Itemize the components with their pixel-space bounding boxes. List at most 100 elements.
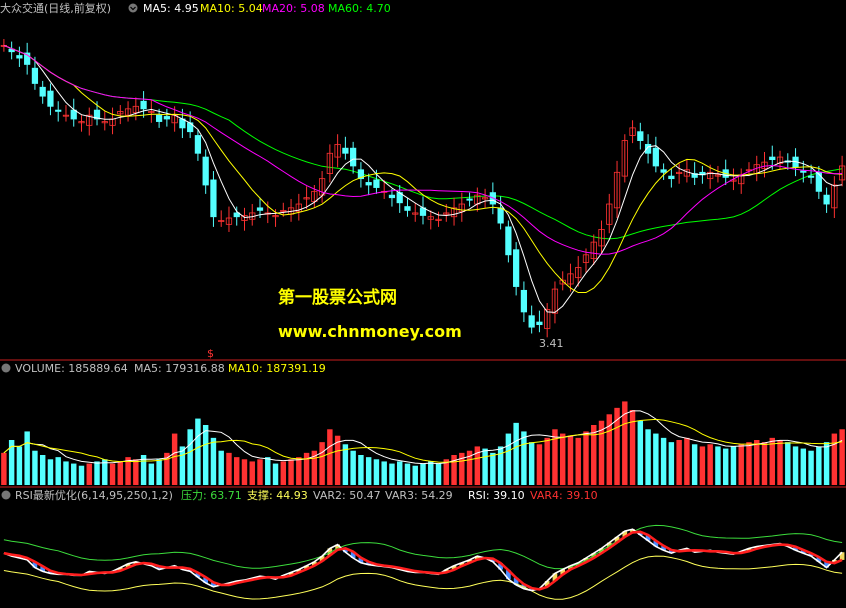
watermark-url: www.chnmoney.com xyxy=(278,322,462,341)
ma5-value: MA5: 4.95 xyxy=(143,2,199,15)
candle xyxy=(536,321,543,326)
signal-marker: $ xyxy=(207,347,214,360)
volume-bar xyxy=(63,461,69,485)
candle xyxy=(637,131,644,141)
volume-bar xyxy=(109,463,116,485)
volume-bar xyxy=(241,459,248,485)
candle xyxy=(807,175,815,178)
volume-bar xyxy=(761,442,768,485)
volume-bar xyxy=(435,463,442,485)
rsi-pressure-line xyxy=(3,524,843,570)
volume-bar xyxy=(591,425,597,485)
volume-bar xyxy=(47,459,54,485)
volume-bar xyxy=(544,437,550,485)
volume-bar xyxy=(420,463,426,485)
volume-bar xyxy=(792,446,799,485)
chevron-down-icon[interactable] xyxy=(128,3,138,13)
volume-bar xyxy=(715,446,721,485)
volume-bar xyxy=(637,420,644,485)
candle xyxy=(404,206,411,211)
candle xyxy=(210,179,217,218)
volume-bar xyxy=(327,429,333,485)
volume-bar xyxy=(381,461,387,485)
volume-bar xyxy=(280,461,287,485)
volume-bar xyxy=(234,457,240,485)
volume-bar xyxy=(117,461,124,485)
volume-bar xyxy=(78,465,85,485)
chevron-down-icon[interactable] xyxy=(1,490,11,500)
volume-bar xyxy=(404,463,411,485)
volume-bar xyxy=(412,465,418,485)
ma20-value: MA20: 5.08 xyxy=(262,2,325,15)
rsi-indicator-title[interactable]: RSI最新优化(6,14,95,250,1,2) xyxy=(15,488,173,502)
volume-bar xyxy=(210,437,217,485)
volume-value: VOLUME: 185889.64 xyxy=(15,362,128,375)
volume-bar xyxy=(39,455,46,485)
volume-bar xyxy=(32,450,38,485)
volume-bar xyxy=(699,446,706,485)
volume-bar xyxy=(505,433,512,485)
candle xyxy=(528,315,535,328)
volume-bar xyxy=(513,422,519,485)
volume-bar xyxy=(722,448,729,485)
stock-title[interactable]: 大众交通(日线,前复权) xyxy=(0,1,111,15)
volume-bar xyxy=(785,442,791,485)
rsi-line xyxy=(3,530,843,591)
candle xyxy=(31,67,39,84)
volume-bar xyxy=(552,429,558,485)
volume-bar xyxy=(389,463,395,485)
volume-bar xyxy=(195,418,201,485)
candle xyxy=(388,194,396,199)
price-panel xyxy=(0,39,846,338)
volume-bar xyxy=(559,433,566,485)
rsi-value: RSI: 39.10 xyxy=(468,489,525,502)
volume-bar xyxy=(823,442,830,485)
ma10-value: MA10: 5.04 xyxy=(200,2,263,15)
volume-bar xyxy=(528,442,535,485)
candle xyxy=(256,207,264,211)
volume-ma10: MA10: 187391.19 xyxy=(228,362,326,375)
candle xyxy=(652,147,659,167)
candle xyxy=(155,114,163,122)
watermark-title: 第一股票公式网 xyxy=(278,287,397,308)
volume-bar xyxy=(769,437,775,485)
volume-bar xyxy=(148,463,155,485)
candle xyxy=(140,100,147,110)
volume-bar xyxy=(94,461,100,485)
volume-bar xyxy=(808,450,814,485)
volume-bar xyxy=(497,446,504,485)
volume-ma5: MA5: 179316.88 xyxy=(134,362,225,375)
candle xyxy=(47,90,54,107)
volume-bar xyxy=(133,459,139,485)
volume-bar xyxy=(257,459,263,485)
candle xyxy=(505,226,512,256)
candle xyxy=(202,156,209,186)
candle xyxy=(520,289,528,313)
volume-bar xyxy=(55,457,61,485)
volume-bar xyxy=(451,455,457,485)
stock-chart: 大众交通(日线,前复权) MA5: 4.95 MA10: 5.04 MA20: … xyxy=(0,1,846,600)
chevron-down-icon[interactable] xyxy=(1,363,11,373)
candle xyxy=(815,171,822,192)
volume-bar xyxy=(249,461,255,485)
candle xyxy=(660,169,667,173)
volume-bar xyxy=(730,446,737,485)
volume-bar xyxy=(272,463,279,485)
rsi-support: 支撑: 44.93 xyxy=(247,488,308,502)
volume-bar xyxy=(428,461,434,485)
rsi-var2: VAR2: 50.47 xyxy=(313,489,381,502)
volume-bar xyxy=(24,431,30,485)
volume-bar xyxy=(71,463,77,485)
volume-bar xyxy=(676,440,682,485)
volume-bar xyxy=(816,446,822,485)
volume-bar xyxy=(754,440,760,485)
volume-bar xyxy=(490,452,496,485)
volume-bar xyxy=(86,463,92,485)
volume-bar xyxy=(226,452,232,485)
low-price-annotation: 3.41 xyxy=(539,337,564,350)
volume-bar xyxy=(583,431,589,485)
candle xyxy=(194,135,202,154)
ma10-line xyxy=(3,44,843,293)
volume-panel xyxy=(1,401,845,485)
ma60-value: MA60: 4.70 xyxy=(328,2,391,15)
